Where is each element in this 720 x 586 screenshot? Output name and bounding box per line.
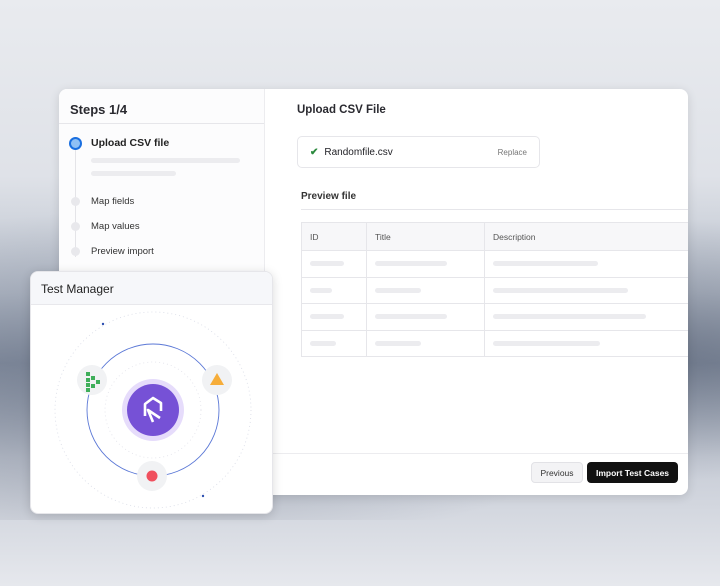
col-description: Description	[484, 222, 688, 251]
preview-table: ID Title Description	[301, 222, 688, 357]
col-id: ID	[301, 222, 367, 251]
step-active-dot	[69, 137, 82, 150]
preview-title: Preview file	[301, 191, 357, 202]
step-map-values[interactable]: Map values	[91, 221, 140, 232]
step-dot	[71, 197, 80, 206]
col-title: Title	[366, 222, 485, 251]
import-test-cases-button[interactable]: Import Test Cases	[587, 462, 678, 483]
previous-button[interactable]: Previous	[531, 462, 583, 483]
step-dot	[71, 222, 80, 231]
step-upload[interactable]: Upload CSV file	[91, 137, 169, 149]
table-row	[301, 276, 688, 304]
step-preview-import[interactable]: Preview import	[91, 246, 154, 257]
footer-divider	[265, 453, 688, 454]
skeleton-line	[91, 171, 176, 176]
test-manager-card: Test Manager	[30, 271, 273, 514]
divider	[301, 209, 688, 210]
steps-title: Steps 1/4	[59, 89, 264, 124]
page-title: Upload CSV File	[297, 104, 386, 116]
step-map-fields[interactable]: Map fields	[91, 196, 134, 207]
table-row	[301, 250, 688, 278]
integration-orbit	[54, 311, 252, 509]
table-row	[301, 303, 688, 331]
replace-link[interactable]: Replace	[498, 148, 527, 157]
table-row	[301, 329, 688, 357]
uploaded-file: ✔ Randomfile.csv Replace	[297, 136, 540, 168]
testmanager-logo-icon	[127, 384, 179, 436]
skeleton-line	[91, 158, 240, 163]
file-name: Randomfile.csv	[324, 146, 393, 158]
table-header: ID Title Description	[301, 222, 688, 251]
check-icon: ✔	[310, 146, 319, 158]
step-dot	[71, 247, 80, 256]
